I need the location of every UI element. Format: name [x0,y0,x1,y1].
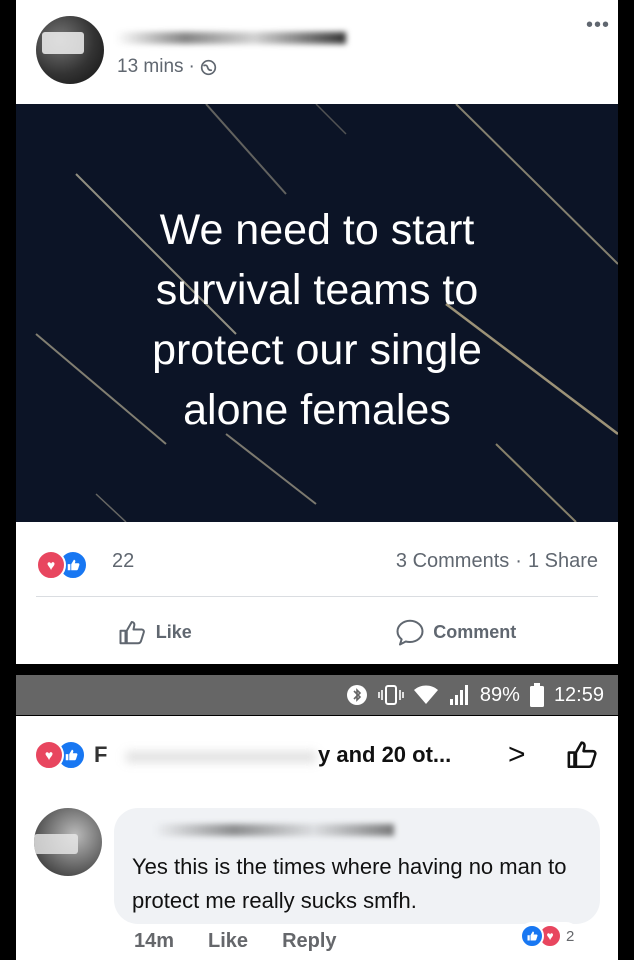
banner-text: We need to start survival teams to prote… [16,200,618,440]
post-actions: Like Comment [16,608,618,656]
reaction-icons: ♥ [34,740,86,770]
comment-time: 14m [134,930,175,952]
comment-label: Comment [433,621,517,642]
reaction-icons[interactable]: ♥ [36,550,88,580]
comment-text: Yes this is the times where having no ma… [132,854,567,913]
like-label: Like [155,621,192,642]
comment-meta: 14m Like Reply [134,930,337,953]
post-time[interactable]: 13 mins [117,56,184,78]
clock: 12:59 [553,683,604,706]
comments-count[interactable]: 3 Comments [396,550,509,573]
comment-like-button[interactable]: Like [208,930,248,953]
signal-icon [448,685,470,705]
post-header: 13 mins · ••• [16,0,618,104]
banner-line: protect our single [152,326,482,374]
reactors-summary: y and 20 ot... [318,742,452,767]
more-options-icon[interactable]: ••• [586,14,610,37]
commenter-name-redacted[interactable] [154,824,394,836]
post-card: 13 mins · ••• We need to start survival … [16,0,618,664]
like-reaction-icon [520,924,544,948]
like-button[interactable]: Like [118,618,192,646]
love-reaction-icon: ♥ [36,550,66,580]
banner-line: alone females [183,386,451,434]
comment-button[interactable]: Comment [395,618,516,646]
comment-reaction-count: 2 [566,927,575,945]
thumbs-up-icon[interactable] [566,738,600,775]
post-banner: We need to start survival teams to prote… [16,104,618,522]
status-bar: 89% 12:59 [16,675,618,715]
reactors-initial: F [94,742,108,767]
love-reaction-icon: ♥ [34,740,64,770]
bluetooth-icon [346,684,368,706]
comment-screen: ♥ F y and 20 ot... > Yes this is the tim… [16,716,618,960]
globe-icon [200,59,217,75]
meta-separator: · [188,56,195,77]
reaction-count[interactable]: 22 [112,550,134,573]
engagement-counts: 3 Comments · 1 Share [396,550,598,573]
reactors-bar[interactable]: ♥ F y and 20 ot... > [16,716,618,794]
wifi-icon [413,685,438,705]
comment-bubble[interactable]: Yes this is the times where having no ma… [114,808,600,924]
banner-line: We need to start [159,206,475,254]
author-name-redacted[interactable] [116,32,346,44]
banner-line: survival teams to [155,266,479,314]
battery-percent: 89% [479,683,520,706]
commenter-avatar[interactable] [34,808,102,876]
shares-count[interactable]: 1 Share [528,550,598,573]
comment-icon [396,619,424,646]
battery-icon [529,683,544,707]
chevron-right-icon[interactable]: > [508,738,526,772]
vibrate-icon [378,684,404,706]
divider [36,596,598,597]
comment-reply-button[interactable]: Reply [282,930,336,953]
reactors-names-redacted [126,752,316,762]
author-avatar[interactable] [36,16,104,84]
post-stats: ♥ 22 3 Comments · 1 Share [16,522,618,598]
post-meta: 13 mins · [117,56,217,78]
thumbs-up-icon [119,621,145,645]
comment-reactions[interactable]: ♥ 2 [518,922,581,950]
counts-separator: · [515,550,522,572]
